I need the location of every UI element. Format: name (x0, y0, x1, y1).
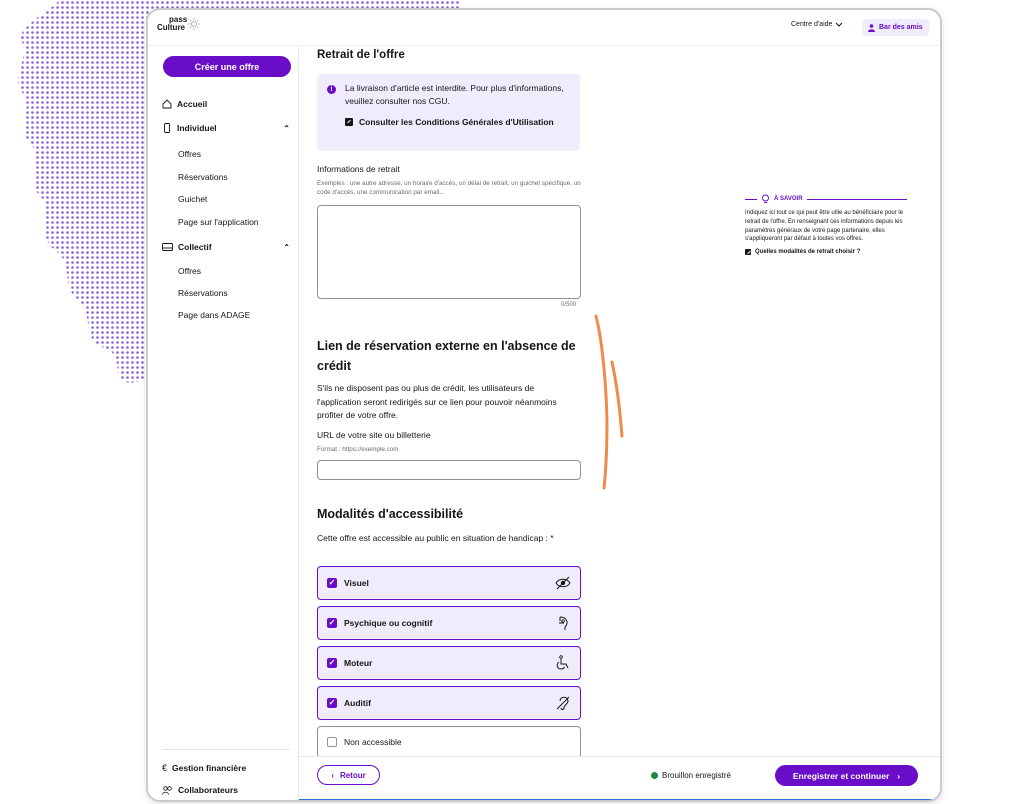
lien-title: Lien de réservation externe en l'absence… (317, 339, 576, 373)
checkbox-checked-icon: ✓ (327, 578, 337, 588)
checkbox-label: Auditif (344, 698, 371, 708)
ear-icon (556, 696, 570, 710)
mental-icon (559, 616, 568, 630)
top-bar: pass Culture Centre d'aide Bar des amis (148, 10, 940, 46)
phone-icon (164, 123, 170, 133)
info-callout: i La livraison d'article est interdite. … (317, 74, 580, 151)
sidebar-section-label: Collectif (178, 242, 212, 252)
user-icon (868, 23, 875, 32)
info-icon: i (327, 85, 336, 94)
info-aside: À SAVOIR Indiquez ici tout ce qui peut ê… (745, 194, 919, 256)
checkbox-psychique[interactable]: ✓ Psychique ou cognitif (317, 606, 581, 640)
section-retrait-title: Retrait de l'offre (317, 49, 405, 61)
chevron-down-icon (836, 22, 843, 27)
aside-link[interactable]: Quelles modalités de retrait choisir ? (745, 249, 919, 256)
venue-label: Bar des amis (879, 24, 923, 31)
help-center-menu[interactable]: Centre d'aide (791, 21, 843, 28)
sun-icon (188, 18, 200, 30)
save-button-label: Enregistrer et continuer (792, 770, 890, 781)
users-icon (162, 785, 172, 795)
checkbox-label: Visuel (344, 578, 369, 588)
sidebar-item-collaborators[interactable]: Collaborateurs (162, 785, 290, 795)
checkbox-checked-icon: ✓ (327, 658, 337, 668)
app-window: pass Culture Centre d'aide Bar des amis … (146, 8, 942, 802)
sidebar-divider (162, 749, 290, 750)
lightbulb-icon (762, 194, 769, 203)
checkbox-checked-icon: ✓ (327, 618, 337, 628)
checkbox-non-accessible[interactable]: Non accessible (317, 726, 581, 756)
url-hint: Format : https://exemple.com (317, 446, 399, 453)
sidebar-item-reservations[interactable]: Réservations (178, 172, 228, 182)
help-center-label: Centre d'aide (791, 21, 833, 28)
pass-culture-logo: pass Culture (157, 16, 200, 32)
main-content: Retrait de l'offre i La livraison d'arti… (299, 46, 940, 756)
aside-header: À SAVOIR (745, 194, 919, 204)
sidebar-section-label: Individuel (177, 123, 217, 133)
sidebar-section-individuel[interactable]: Individuel ⌃ (162, 123, 290, 133)
eye-icon (555, 576, 571, 590)
draft-status: Brouillon enregistré (651, 771, 731, 780)
euro-icon: € (162, 763, 168, 773)
aside-link-label: Quelles modalités de retrait choisir ? (755, 249, 861, 256)
chevron-right-icon: › (897, 770, 901, 781)
sidebar: Créer une offre Accueil Individuel ⌃ Off… (148, 46, 299, 800)
checkbox-checked-icon: ✓ (327, 698, 337, 708)
back-button[interactable]: ‹ Retour (317, 765, 380, 785)
bottom-accent (299, 799, 940, 800)
url-input[interactable] (317, 460, 581, 480)
lien-description: S'ils ne disposent pas ou plus de crédit… (317, 383, 557, 420)
venue-selector[interactable]: Bar des amis (862, 19, 929, 36)
aside-line (806, 198, 907, 200)
retrait-textarea[interactable] (317, 205, 581, 299)
chevron-left-icon: ‹ (331, 770, 334, 780)
sidebar-item-label: Gestion financière (172, 763, 247, 773)
aside-heading: À SAVOIR (774, 196, 803, 202)
access-title: Modalités d'accessibilité (317, 507, 464, 521)
sidebar-item-label: Collaborateurs (178, 785, 238, 795)
checkbox-label: Psychique ou cognitif (344, 618, 433, 628)
checkbox-label: Moteur (344, 658, 373, 668)
chevron-up-icon: ⌃ (283, 123, 290, 133)
retrait-label: Informations de retrait (317, 164, 400, 174)
checkbox-visuel[interactable]: ✓ Visuel (317, 566, 581, 600)
wheelchair-icon (556, 655, 569, 670)
sidebar-item-home[interactable]: Accueil (162, 99, 290, 109)
chevron-up-icon: ⌃ (283, 242, 290, 252)
external-link-icon (745, 249, 751, 256)
cgu-link[interactable]: Consulter les Conditions Générales d'Uti… (345, 116, 555, 129)
sidebar-item-offres[interactable]: Offres (178, 149, 201, 159)
check-circle-icon (651, 772, 658, 779)
cgu-link-label: Consulter les Conditions Générales d'Uti… (359, 117, 554, 127)
create-offer-button[interactable]: Créer une offre (163, 56, 291, 77)
info-text: La livraison d'article est interdite. Po… (345, 83, 564, 106)
checkbox-label: Non accessible (344, 737, 402, 747)
school-icon (162, 243, 173, 251)
checkbox-unchecked-icon (327, 737, 337, 747)
sidebar-item-label: Accueil (177, 99, 208, 109)
sidebar-section-collectif[interactable]: Collectif ⌃ (162, 242, 290, 252)
save-continue-button[interactable]: Enregistrer et continuer › (775, 765, 918, 786)
sidebar-item-collectif-reservations[interactable]: Réservations (178, 288, 228, 298)
aside-body: Indiquez ici tout ce qui peut être utile… (745, 210, 904, 243)
checkbox-moteur[interactable]: ✓ Moteur (317, 646, 581, 680)
logo-line2: Culture (157, 23, 185, 32)
back-button-label: Retour (339, 770, 366, 780)
sidebar-item-collectif-offres[interactable]: Offres (178, 266, 201, 276)
aside-line (745, 198, 757, 200)
draft-status-label: Brouillon enregistré (662, 771, 731, 780)
access-description: Cette offre est accessible au public en … (317, 533, 554, 543)
home-icon (162, 99, 172, 109)
action-bar: ‹ Retour Brouillon enregistré Enregistre… (299, 756, 940, 800)
retrait-hint: Exemples : une autre adresse, un horaire… (317, 180, 581, 196)
sidebar-item-app-page[interactable]: Page sur l'application (178, 217, 259, 227)
external-link-icon (345, 118, 353, 126)
url-label: URL de votre site ou billetterie (317, 430, 431, 440)
retrait-counter: 0/500 (561, 302, 577, 308)
sidebar-item-guichet[interactable]: Guichet (178, 194, 207, 204)
checkbox-auditif[interactable]: ✓ Auditif (317, 686, 581, 720)
sidebar-item-finance[interactable]: € Gestion financière (162, 763, 290, 773)
sidebar-item-adage[interactable]: Page dans ADAGE (178, 310, 250, 320)
